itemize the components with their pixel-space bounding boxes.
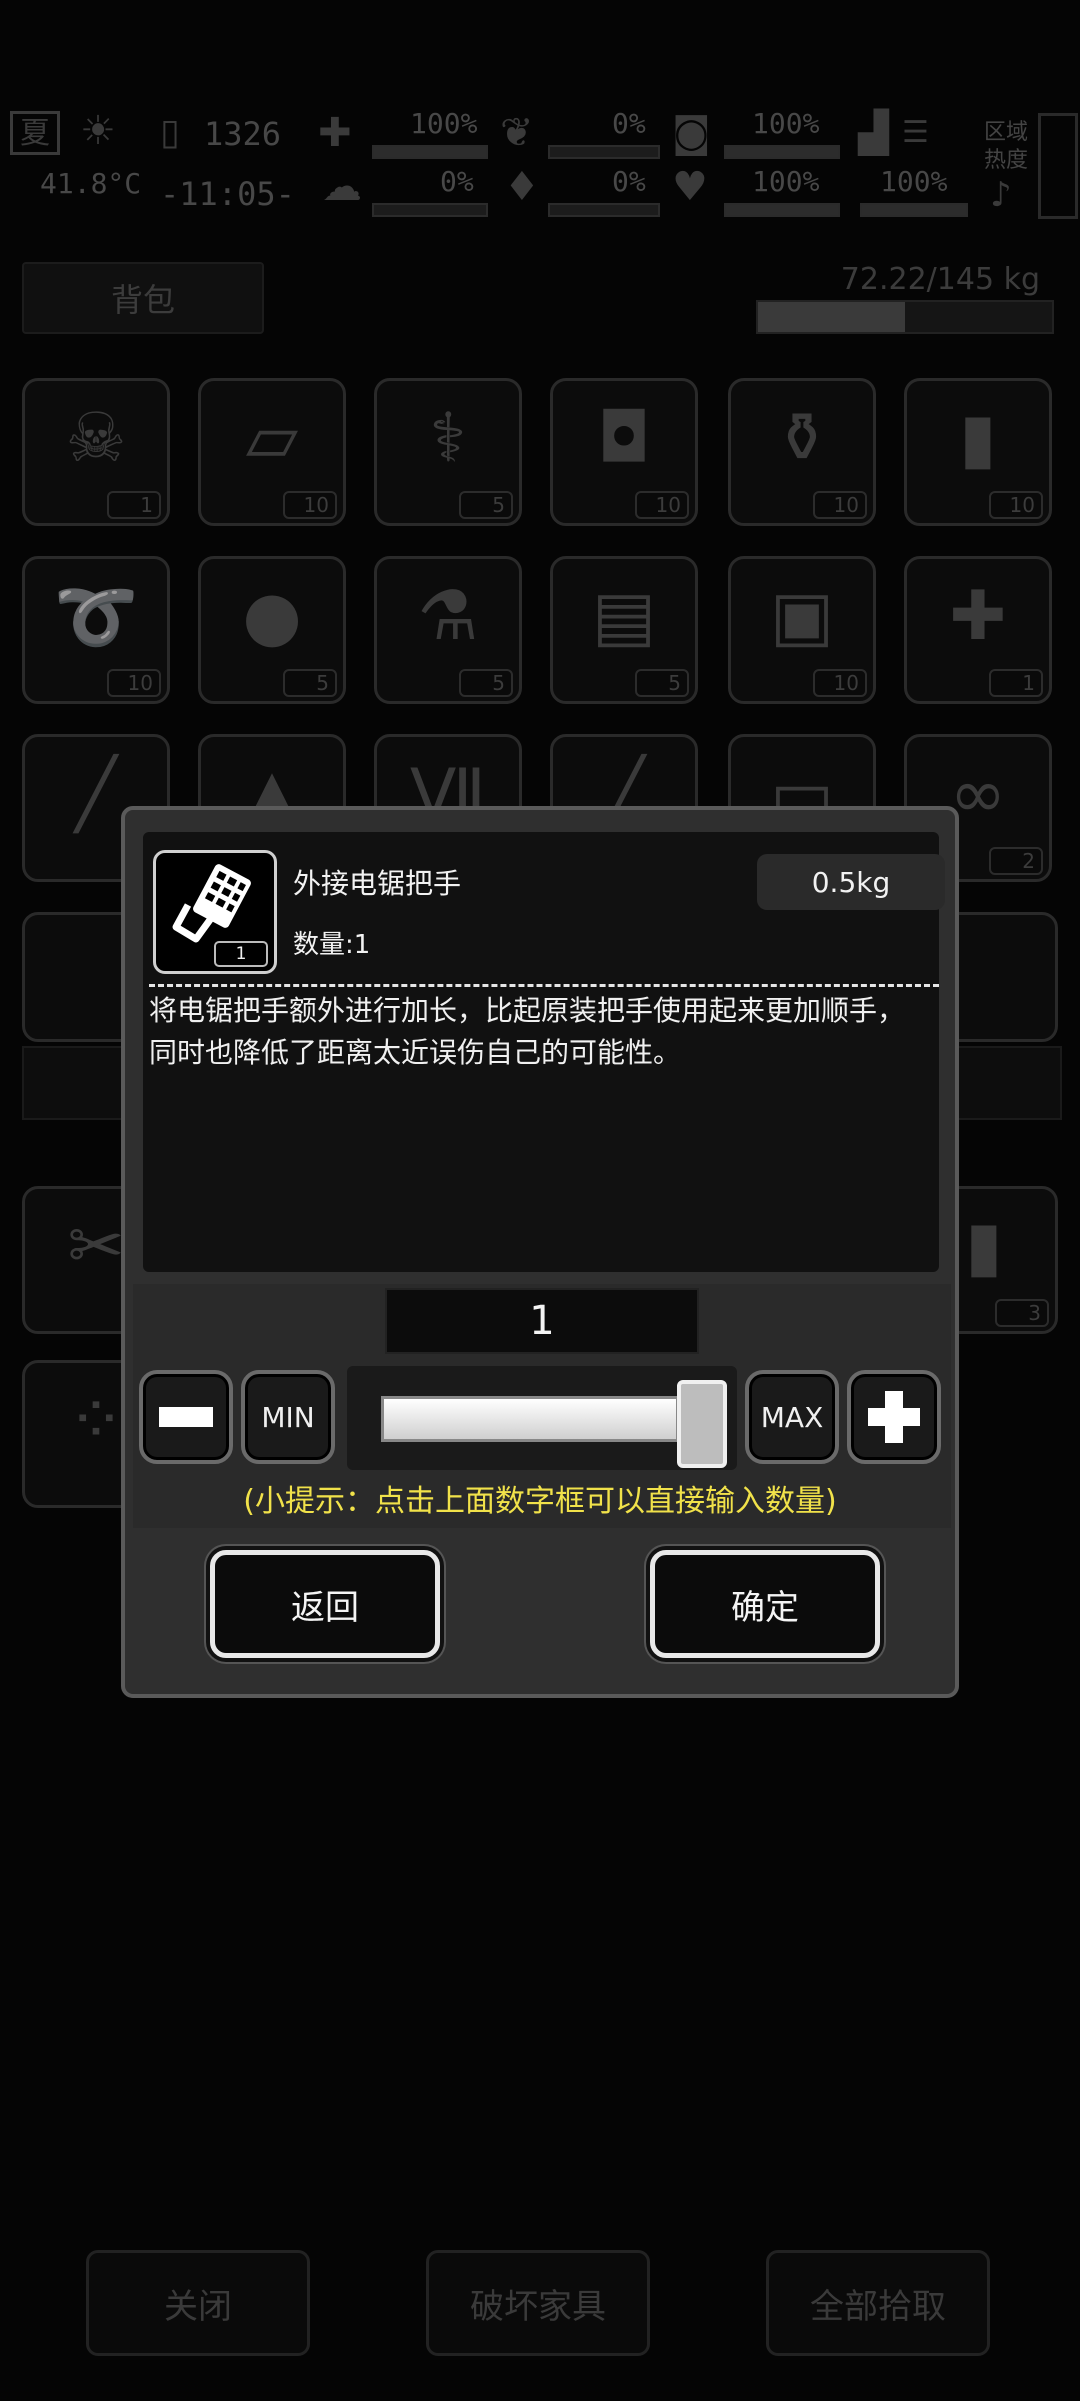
- heart-bar: [724, 203, 840, 217]
- inventory-slot[interactable]: ▤ 5: [550, 556, 698, 704]
- blood-drop-icon: ♦: [504, 164, 540, 210]
- repair-kit-icon: ▣: [769, 577, 835, 656]
- slot-count: 10: [635, 491, 689, 519]
- item-quantity-dialog: 1 外接电锯把手 数量:1 0.5kg 将电锯把手额外进行加长，比起原装把手使用…: [121, 806, 959, 1698]
- canned-food-icon: ◘: [597, 399, 651, 478]
- health-pct: 100%: [410, 107, 478, 140]
- zone-heat-label: 区域热度: [984, 120, 1029, 173]
- injury-bar: [372, 203, 488, 217]
- slot-count: 1: [107, 491, 161, 519]
- item-description: 将电锯把手额外进行加长，比起原装把手使用起来更加顺手，同时也降低了距离太近误伤自…: [149, 994, 906, 1069]
- tab-backpack[interactable]: 背包: [22, 262, 264, 334]
- slider-track: [381, 1396, 679, 1442]
- slot-count: 5: [459, 669, 513, 697]
- temperature-text: 41.8°C: [40, 167, 142, 200]
- chainsaw-handle-icon: [172, 864, 251, 943]
- slot-count: 10: [813, 491, 867, 519]
- pickup-all-button[interactable]: 全部拾取: [766, 2250, 990, 2356]
- gear-pct: 100%: [752, 107, 820, 140]
- slot-count: 5: [459, 491, 513, 519]
- injury-icon: ☁: [322, 164, 362, 210]
- quantity-input[interactable]: 1: [385, 1288, 699, 1354]
- slot-count: 10: [989, 491, 1043, 519]
- inventory-slot[interactable]: ⚗ 5: [374, 556, 522, 704]
- sun-icon: ☀: [80, 108, 116, 154]
- slot-count: 5: [635, 669, 689, 697]
- item-icon-count: 1: [214, 941, 268, 967]
- status-bar: 夏 ☀ 41.8°C ▯ 1326 -11:05- ✚ 100% ☁ 0% ❦ …: [0, 105, 1080, 230]
- inventory-slot[interactable]: ▮ 10: [904, 378, 1052, 526]
- inventory-slot[interactable]: ◘ 10: [550, 378, 698, 526]
- hunger-pct: 0%: [612, 107, 646, 140]
- seeds-icon: ●: [242, 577, 302, 656]
- inventory-slot[interactable]: ⚕ 5: [374, 378, 522, 526]
- heart-pct: 100%: [752, 165, 820, 198]
- item-quantity-label: 数量:1: [293, 930, 371, 960]
- inventory-slot[interactable]: ▱ 10: [198, 378, 346, 526]
- inventory-slot[interactable]: ☠ 1: [22, 378, 170, 526]
- medusa-icon: ☠: [65, 399, 127, 478]
- slot-count: 1: [989, 669, 1043, 697]
- adrenaline-syringe-icon: ✚: [949, 577, 1007, 656]
- increment-button[interactable]: [847, 1370, 941, 1464]
- bleed-pct: 0%: [612, 165, 646, 198]
- slot-count: 2: [989, 847, 1043, 875]
- water-bottle-icon: ⚱: [773, 399, 831, 478]
- medkit-icon: ✚: [318, 110, 352, 156]
- calendar-icon: ▯: [160, 112, 180, 153]
- heart-icon: ♥: [672, 164, 708, 210]
- slot-count: 10: [813, 669, 867, 697]
- min-button[interactable]: MIN: [241, 1370, 335, 1464]
- toolbox-icon: ▤: [591, 577, 657, 656]
- stamina-bar: [860, 203, 968, 217]
- day-counter: 1326: [204, 115, 282, 153]
- injury-pct: 0%: [440, 165, 474, 198]
- slot-count: 10: [283, 491, 337, 519]
- plus-icon: [868, 1391, 920, 1443]
- close-button[interactable]: 关闭: [86, 2250, 310, 2356]
- stomach-icon: ❦: [500, 110, 534, 156]
- max-button[interactable]: MAX: [745, 1370, 839, 1464]
- item-icon-frame: 1: [153, 850, 277, 974]
- slider-thumb[interactable]: [677, 1380, 727, 1468]
- clock-text: -11:05-: [160, 175, 295, 213]
- bandage-roll-icon: ▱: [245, 399, 299, 478]
- slot-count: 10: [107, 669, 161, 697]
- inventory-slot[interactable]: ▣ 10: [728, 556, 876, 704]
- decrement-button[interactable]: [139, 1370, 233, 1464]
- syringe-icon: ⚕: [429, 399, 467, 478]
- quantity-hint: (小提示：点击上面数字框可以直接输入数量): [243, 1484, 837, 1519]
- pill-bottle-icon: ⚗: [417, 577, 479, 656]
- gear-slot-icon: ◙: [672, 110, 711, 156]
- rope-icon: ➰: [53, 578, 139, 657]
- destroy-furniture-button[interactable]: 破坏家具: [426, 2250, 650, 2356]
- divider: [149, 984, 939, 987]
- energy-bar-icon: ▮: [959, 399, 997, 478]
- quantity-slider[interactable]: [347, 1366, 737, 1470]
- bleed-bar: [548, 203, 660, 217]
- minus-icon: [159, 1407, 213, 1427]
- speaker-icon[interactable]: ♪: [990, 175, 1012, 215]
- inventory-slot[interactable]: ➰ 10: [22, 556, 170, 704]
- gear-bar: [724, 145, 840, 159]
- stamina-pct: 100%: [880, 165, 948, 198]
- boot-icon: ▟: [858, 110, 889, 156]
- slot-count: 5: [283, 669, 337, 697]
- item-weight-badge: 0.5kg: [757, 854, 945, 910]
- inventory-slot[interactable]: ⚱ 10: [728, 378, 876, 526]
- health-bar: [372, 145, 488, 159]
- backpack-weight-bar: [756, 300, 1054, 334]
- confirm-button[interactable]: 确定: [650, 1550, 880, 1658]
- backpack-weight-text: 72.22/145 kg: [840, 262, 1040, 297]
- back-button[interactable]: 返回: [210, 1550, 440, 1658]
- item-name: 外接电锯把手: [293, 867, 462, 900]
- season-badge: 夏: [10, 111, 60, 155]
- zone-heat-meter: [1038, 113, 1078, 219]
- inventory-slot[interactable]: ● 5: [198, 556, 346, 704]
- inventory-slot[interactable]: ✚ 1: [904, 556, 1052, 704]
- item-info-panel: 1 外接电锯把手 数量:1 0.5kg 将电锯把手额外进行加长，比起原装把手使用…: [143, 832, 945, 1272]
- flag-icon: ☰: [902, 115, 929, 150]
- hunger-bar: [548, 145, 660, 159]
